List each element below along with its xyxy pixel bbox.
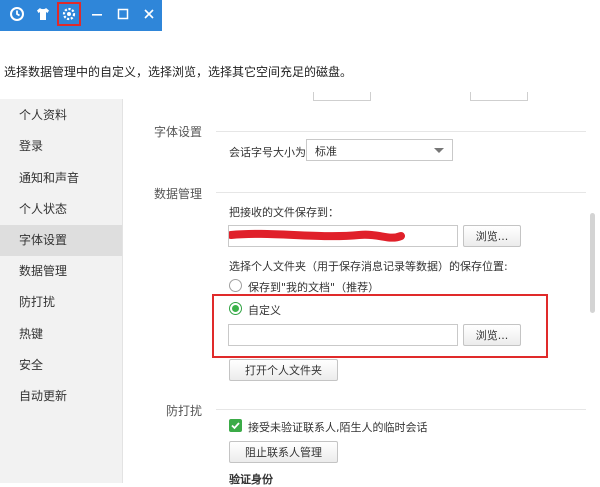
minimize-icon[interactable] [86,3,108,25]
chevron-down-icon [434,148,444,153]
maximize-icon[interactable] [112,3,134,25]
settings-sidebar: 个人资料 登录 通知和声音 个人状态 字体设置 数据管理 防打扰 热键 安全 自… [0,99,123,483]
browse-button[interactable]: 浏览... [463,225,521,247]
accept-temp-chat-label[interactable]: 接受未验证联系人,陌生人的临时会话 [248,419,428,435]
sidebar-item-profile[interactable]: 个人资料 [0,100,122,131]
redacted-path-scribble [229,229,405,242]
close-icon[interactable] [138,3,160,25]
divider [216,409,586,410]
cropped-field [313,92,371,101]
verify-identity-title: 验证身份 [229,473,273,486]
sidebar-item-security[interactable]: 安全 [0,350,122,381]
divider [216,131,586,132]
font-section-title: 字体设置 [154,125,203,139]
font-size-label: 会话字号大小为 [229,146,306,159]
sidebar-item-notifications[interactable]: 通知和声音 [0,163,122,194]
accept-temp-chat-checkbox[interactable] [229,419,242,432]
received-files-path-input[interactable] [228,225,458,247]
cropped-field [470,92,528,101]
font-size-select[interactable]: 标准 [306,139,453,161]
shirt-skin-icon[interactable] [32,3,54,25]
instruction-text: 选择数据管理中的自定义，选择浏览，选择其它空间充足的磁盘。 [4,65,353,79]
sidebar-item-hotkeys[interactable]: 热键 [0,319,122,350]
sidebar-item-dnd[interactable]: 防打扰 [0,287,122,318]
divider [216,192,586,193]
data-section-title: 数据管理 [154,187,203,201]
window-titlebar [0,0,162,31]
open-personal-folder-button[interactable]: 打开个人文件夹 [229,359,338,381]
sidebar-item-status[interactable]: 个人状态 [0,194,122,225]
radio-my-documents-label[interactable]: 保存到"我的文档"（推荐） [248,279,379,295]
sidebar-item-font[interactable]: 字体设置 [0,225,122,256]
sidebar-item-login[interactable]: 登录 [0,131,122,162]
panel-scrollbar[interactable] [590,213,595,313]
checkmark-icon [231,422,240,430]
history-icon[interactable] [6,3,28,25]
font-size-value: 标准 [315,145,337,158]
block-contacts-button[interactable]: 阻止联系人管理 [229,441,338,463]
sidebar-item-auto-update[interactable]: 自动更新 [0,381,122,412]
sidebar-item-data[interactable]: 数据管理 [0,256,122,287]
dnd-section-title: 防打扰 [166,404,203,418]
custom-highlight-box [212,294,548,358]
save-files-label: 把接收的文件保存到： [229,206,339,219]
radio-my-documents[interactable] [229,279,242,292]
gear-highlight-box [57,2,81,26]
folder-location-label: 选择个人文件夹（用于保存消息记录等数据）的保存位置: [229,260,508,273]
